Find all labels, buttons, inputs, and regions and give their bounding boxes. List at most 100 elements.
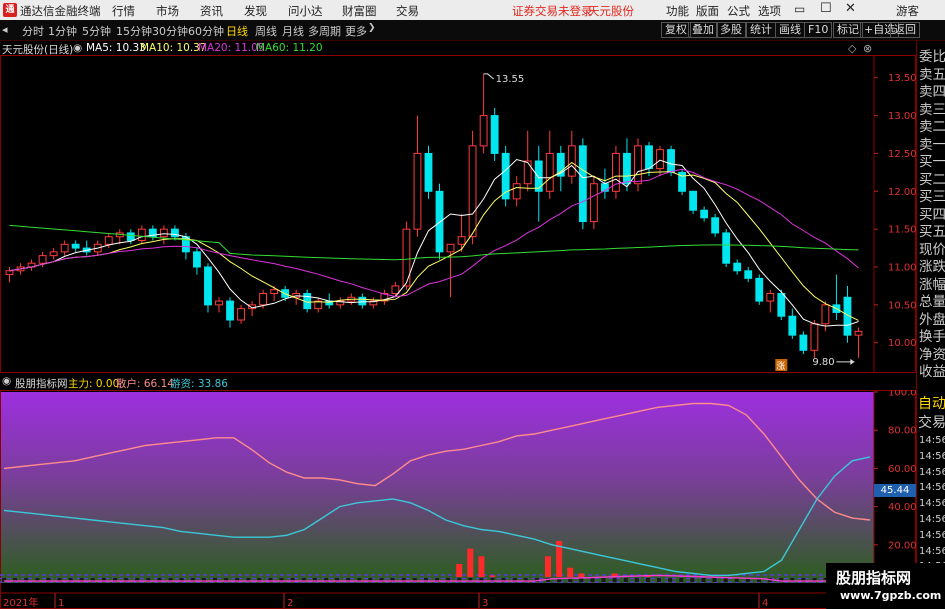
minimize-icon[interactable]: ▭ [794, 2, 805, 16]
menu-gongshi[interactable]: 公式 [727, 3, 750, 19]
candle-body [38, 255, 47, 264]
watermark: 股朋指标网 www.7gpzb.com [826, 563, 945, 609]
tab-weekly[interactable]: 周线 [255, 23, 277, 39]
toolbar-back-icon[interactable]: ◂ [2, 23, 8, 36]
candle-body [656, 149, 664, 170]
time-axis-year: 2021年 [3, 596, 38, 609]
btn-duogu[interactable]: 多股 [716, 22, 746, 38]
candle-body [159, 228, 168, 238]
indicator-background [0, 392, 874, 583]
high-price-label: 13.55 [496, 74, 525, 85]
indicator-tick-label: 60.00 [888, 464, 916, 475]
more-chevron-icon[interactable]: ❯ [368, 23, 376, 33]
candle-body [777, 293, 786, 317]
period-toolbar: ◂ 分时 1分钟 5分钟 15分钟 30分钟 60分钟 日线 周线 月线 多周期… [0, 20, 945, 41]
zhuli-bar [567, 567, 574, 577]
menu-wenxiaoda[interactable]: 问小达 [288, 3, 323, 19]
menu-banmian[interactable]: 版面 [696, 3, 719, 19]
btn-biaoji[interactable]: 标记 [833, 22, 863, 38]
menu-hangqing[interactable]: 行情 [112, 3, 135, 19]
menu-jiaoyi[interactable]: 交易 [396, 3, 419, 19]
ma20-value: MA20: 11.05 [198, 42, 265, 54]
chart-pin-icon[interactable]: ◇ [848, 42, 856, 55]
ma-settings-icon[interactable]: ◉ [73, 42, 82, 54]
tab-30min[interactable]: 30分钟 [152, 23, 188, 39]
candle-body [424, 152, 433, 192]
user-guest[interactable]: 游客 [896, 3, 919, 19]
base-marker [668, 578, 673, 582]
menu-zixun[interactable]: 资讯 [200, 3, 223, 19]
watermark-url: www.7gpzb.com [840, 589, 942, 602]
tab-fenshi[interactable]: 分时 [22, 23, 44, 39]
menu-faxian[interactable]: 发现 [244, 3, 267, 19]
trade-label[interactable]: 交易 [918, 412, 945, 432]
ma5-line [9, 158, 859, 327]
tab-multi-period[interactable]: 多周期 [308, 23, 341, 39]
btn-diejia[interactable]: 叠加 [688, 22, 718, 38]
trade-time: 14:56 [919, 466, 945, 478]
candle-body [170, 228, 179, 238]
price-tick-label: 12.00 [888, 187, 916, 198]
candle-body [391, 285, 400, 295]
base-marker [645, 578, 650, 582]
trade-time: 14:56 [919, 482, 945, 494]
candle-body [623, 152, 631, 185]
close-icon[interactable]: ✕ [845, 1, 856, 16]
btn-huaxian[interactable]: 画线 [775, 22, 805, 38]
app-logo-icon: 通 [3, 3, 17, 17]
low-price-label: 9.80 [812, 357, 834, 368]
trade-time: 14:56 [919, 514, 945, 525]
base-marker [690, 578, 695, 582]
menu-caifuquan[interactable]: 财富圈 [342, 3, 377, 19]
tab-daily[interactable]: 日线 [226, 23, 248, 39]
zhuli-bar [545, 556, 552, 577]
trade-login-warning[interactable]: 证券交易未登录 [512, 3, 593, 19]
zhuli-bar [578, 573, 585, 577]
tab-60min[interactable]: 60分钟 [188, 23, 224, 39]
auto-trade-label[interactable]: 自动 [918, 393, 945, 413]
menu-gongneng[interactable]: 功能 [666, 3, 689, 19]
base-marker [657, 578, 662, 582]
ma10-line [9, 161, 859, 321]
candle-body [755, 277, 764, 302]
candle-body [435, 190, 444, 253]
menu-shichang[interactable]: 市场 [156, 3, 179, 19]
indicator-settings-icon[interactable]: ◉ [2, 375, 11, 387]
tab-monthly[interactable]: 月线 [282, 23, 304, 39]
chart-close-icon[interactable]: ⊗ [863, 42, 872, 55]
candle-body [193, 251, 201, 268]
tab-15min[interactable]: 15分钟 [116, 23, 152, 39]
current-stock-name: 天元股份 [588, 4, 634, 18]
indicator-name[interactable]: 股朋指标网 [15, 376, 68, 391]
btn-fuquan[interactable]: 复权 [661, 22, 691, 38]
watermark-title: 股朋指标网 [836, 569, 912, 587]
candle-body [733, 262, 742, 272]
tab-1min[interactable]: 1分钟 [48, 23, 77, 39]
indicator-chart[interactable]: 100.00 80.00 60.00 40.00 20.00 2021年 1 2 3 4 [0, 390, 916, 609]
base-marker [612, 578, 617, 582]
youzi-value: 游资: 33.86 [170, 378, 228, 390]
candlestick-chart[interactable]: 13.50 13.00 12.50 12.00 11.50 11.00 10.50 10.00… [0, 55, 916, 373]
candle-body [799, 334, 808, 351]
base-marker [590, 578, 595, 582]
tab-5min[interactable]: 5分钟 [82, 23, 111, 39]
candle-body [589, 183, 598, 223]
btn-fanhui[interactable]: 返回 [890, 22, 920, 38]
btn-tongji[interactable]: 统计 [746, 22, 776, 38]
btn-f10[interactable]: F10 [804, 22, 833, 38]
ma20-line [9, 168, 859, 298]
candle-body [137, 228, 146, 241]
candle-body [490, 115, 499, 154]
candle-body [71, 243, 80, 249]
trade-time: 14:56 [919, 545, 945, 557]
menu-xuanxiang[interactable]: 选项 [758, 3, 781, 19]
candle-body [60, 243, 69, 253]
tab-more[interactable]: 更多 [345, 23, 367, 39]
candle-body [545, 152, 554, 192]
candle-body [204, 266, 212, 306]
price-tick-label: 13.00 [888, 111, 916, 122]
candle-body [446, 243, 455, 253]
sanhu-value: 散户: 66.14 [116, 378, 174, 390]
candle-body [578, 145, 587, 223]
help-icon[interactable]: ☐ [820, 1, 832, 16]
